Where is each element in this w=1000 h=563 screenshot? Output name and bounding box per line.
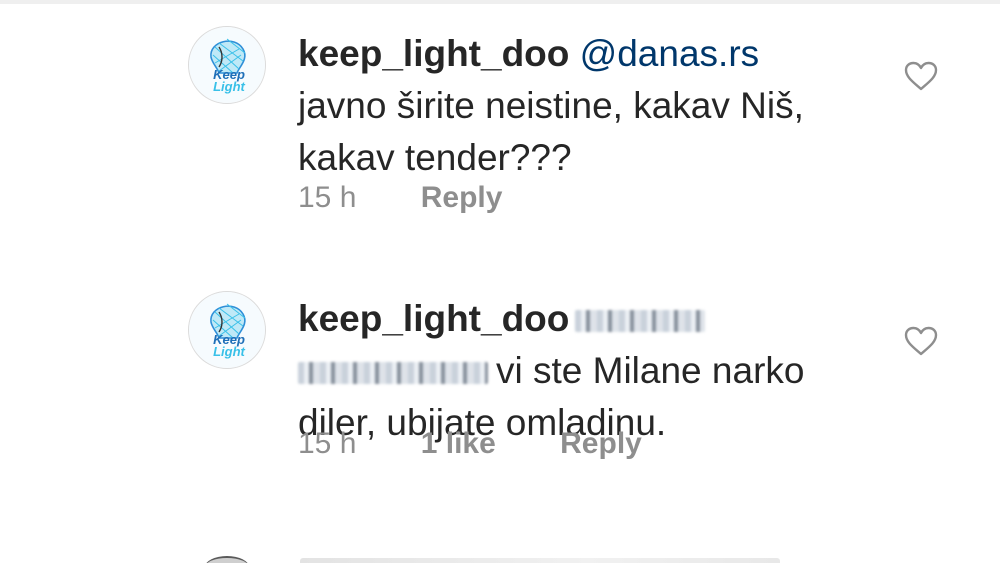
comment-username[interactable]: keep_light_doo bbox=[298, 298, 569, 339]
comment-meta: 15 h 1 like Reply bbox=[298, 424, 642, 464]
comment-text: keep_light_doo @danas.rs javno širite ne… bbox=[298, 28, 858, 184]
reply-button[interactable]: Reply bbox=[560, 424, 642, 464]
next-comment-text-peek bbox=[300, 558, 780, 563]
heart-outline-icon[interactable] bbox=[903, 60, 939, 92]
next-comment-avatar[interactable] bbox=[205, 556, 249, 563]
avatar[interactable]: Keep Light bbox=[188, 291, 266, 369]
comments-screen: Keep Light keep_light_doo @danas.rs javn… bbox=[0, 0, 1000, 563]
svg-text:Light: Light bbox=[213, 344, 245, 359]
redacted-text bbox=[298, 362, 488, 385]
keep-light-logo-icon: Keep Light bbox=[189, 292, 265, 368]
likes-count-button[interactable]: 1 like bbox=[421, 424, 496, 464]
avatar[interactable]: Keep Light bbox=[188, 26, 266, 104]
comment-username[interactable]: keep_light_doo bbox=[298, 33, 569, 74]
redacted-mention bbox=[575, 310, 706, 333]
comment-line: javno širite neistine, kakav Niš, bbox=[298, 85, 804, 126]
comment-line: kakav tender??? bbox=[298, 137, 572, 178]
comment-mention[interactable]: @danas.rs bbox=[580, 33, 759, 74]
keep-light-logo-icon: Keep Light bbox=[189, 27, 265, 103]
comment-meta: 15 h Reply bbox=[298, 178, 502, 218]
heart-outline-icon[interactable] bbox=[903, 325, 939, 357]
reply-button[interactable]: Reply bbox=[421, 178, 503, 218]
comment-timestamp: 15 h bbox=[298, 181, 357, 214]
comment-timestamp: 15 h bbox=[298, 427, 357, 460]
top-divider bbox=[0, 0, 1000, 4]
svg-text:Light: Light bbox=[213, 79, 245, 94]
comment-line: vi ste Milane narko bbox=[496, 350, 805, 391]
